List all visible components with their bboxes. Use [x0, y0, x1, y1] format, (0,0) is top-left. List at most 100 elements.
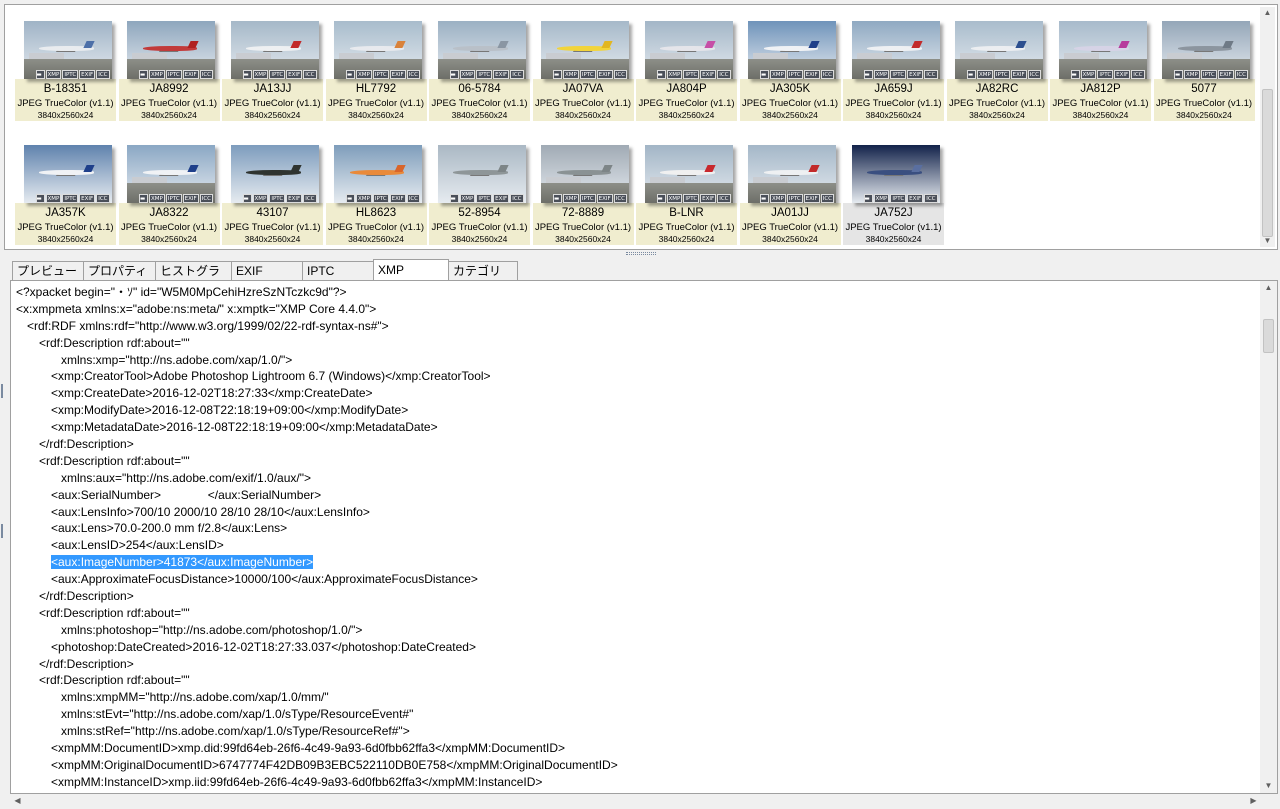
thumbnail-item[interactable]: ▬ XMP IPTC EXIF ICC JA305K JPEG TrueColor (v1.… [739, 15, 841, 121]
thumbnail-item[interactable]: ▬ XMP IPTC EXIF ICC B-18351 JPEG TrueColor (v1… [15, 15, 116, 121]
xmp-line-text[interactable]: <rdf:RDF xmlns:rdf="http://www.w3.org/19… [27, 319, 389, 333]
thumbnail-item[interactable]: ▬ XMP IPTC EXIF ICC JA13JJ JPEG TrueColor (v1.… [222, 15, 323, 121]
xmp-line-text[interactable]: <xmpMM:InstanceID>xmp.iid:99fd64eb-26f6-… [51, 775, 542, 789]
xmp-line-text[interactable]: <?xpacket begin="・ｿ" id="W5M0MpCehiHzreS… [16, 285, 347, 299]
xmp-line-text[interactable]: <aux:Lens>70.0-200.0 mm f/2.8</aux:Lens> [51, 521, 287, 535]
thumbnail-image[interactable]: ▬ XMP IPTC EXIF ICC [541, 145, 629, 203]
xmp-line-text[interactable]: <rdf:Description rdf:about="" [39, 336, 190, 350]
thumbnail-item[interactable]: ▬ XMP IPTC EXIF ICC 06-5784 JPEG TrueColor (v1… [429, 15, 530, 121]
thumbnail-image[interactable]: ▬ XMP IPTC EXIF ICC [748, 145, 836, 203]
xmp-line-text[interactable]: <x:xmpmeta xmlns:x="adobe:ns:meta/" x:xm… [16, 302, 376, 316]
thumbnail-image[interactable]: ▬ XMP IPTC EXIF ICC [230, 21, 319, 79]
xmp-line-text[interactable]: </rdf:Description> [39, 657, 134, 671]
thumbnail-image[interactable]: ▬ XMP IPTC EXIF ICC [644, 145, 733, 203]
xmp-text-view[interactable]: <?xpacket begin="・ｿ" id="W5M0MpCehiHzreS… [10, 280, 1278, 794]
scroll-up-icon[interactable]: ▲ [1264, 284, 1273, 292]
thumbnail-item[interactable]: ▬ XMP IPTC EXIF ICC JA357K JPEG TrueColor (v1.… [15, 139, 116, 245]
xmp-line-text[interactable]: <photoshop:DateCreated>2016-12-02T18:27:… [51, 640, 476, 654]
thumbnail-item[interactable]: ▬ XMP IPTC EXIF ICC JA8322 JPEG TrueColor (v1.… [118, 139, 220, 245]
xmp-line-text[interactable]: <xmp:ModifyDate>2016-12-08T22:18:19+09:0… [51, 403, 408, 417]
xmp-line-text[interactable]: xmlns:stEvt="http://ns.adobe.com/xap/1.0… [61, 707, 413, 721]
xmp-line-text[interactable]: xmlns:xmp="http://ns.adobe.com/xap/1.0/"… [61, 353, 292, 367]
thumbnail-item[interactable]: ▬ XMP IPTC EXIF ICC JA804P JPEG TrueColor (v1.… [636, 15, 737, 121]
xmp-vertical-scrollbar[interactable]: ▲ ▼ [1260, 281, 1277, 793]
xmp-line-text[interactable]: xmlns:xmpMM="http://ns.adobe.com/xap/1.0… [61, 690, 329, 704]
thumbnail-item[interactable]: ▬ XMP IPTC EXIF ICC HL8623 JPEG TrueColor (v1.… [325, 139, 427, 245]
thumbnail-image[interactable]: ▬ XMP IPTC EXIF ICC [541, 21, 629, 79]
info-tab-bar: プレビュープロパティヒストグラムEXIFIPTCXMPカテゴリ [12, 259, 518, 297]
thumbnail-image[interactable]: ▬ XMP IPTC EXIF ICC [23, 145, 112, 203]
tab-4[interactable]: EXIF [231, 261, 303, 281]
xmp-line-text[interactable]: </rdf:Description> [39, 589, 134, 603]
thumbnail-image[interactable]: ▬ XMP IPTC EXIF ICC [851, 145, 940, 203]
scroll-right-icon[interactable]: ▶ [1249, 796, 1258, 805]
xmp-line-text[interactable]: <xmp:MetadataDate>2016-12-08T22:18:19+09… [51, 420, 438, 434]
xmp-line-text[interactable]: <xmp:CreateDate>2016-12-02T18:27:33</xmp… [51, 386, 373, 400]
thumbnail-name: HL7792 [355, 83, 397, 95]
xmp-line-text[interactable]: </rdf:Description> [39, 437, 134, 451]
thumbnail-browser[interactable]: ▬ XMP IPTC EXIF ICC B-18351 JPEG TrueColor (v1… [4, 4, 1278, 250]
thumbnail-image[interactable]: ▬ XMP IPTC EXIF ICC [437, 145, 526, 203]
tab-5[interactable]: IPTC [302, 261, 374, 281]
xmp-line-text[interactable]: <rdf:Description rdf:about="" [39, 454, 190, 468]
thumbnail-image[interactable]: ▬ XMP IPTC EXIF ICC [127, 21, 215, 79]
xmp-line-text[interactable]: <aux:LensInfo>700/10 2000/10 28/10 28/10… [51, 505, 370, 519]
thumbnail-image[interactable]: ▬ XMP IPTC EXIF ICC [644, 21, 733, 79]
thumbnail-image[interactable]: ▬ XMP IPTC EXIF ICC [1162, 21, 1250, 79]
splitter-grip-icon[interactable] [626, 252, 656, 255]
thumbnail-caption: 72-8889 JPEG TrueColor (v1.1) 3840x2560x24 [532, 203, 634, 245]
thumbnail-item[interactable]: ▬ XMP IPTC EXIF ICC JA8992 JPEG TrueColor (v1.… [118, 15, 220, 121]
thumbnail-item[interactable]: ▬ XMP IPTC EXIF ICC JA01JJ JPEG TrueColor (v1.… [739, 139, 841, 245]
thumbnail-item[interactable]: ▬ XMP IPTC EXIF ICC 52-8954 JPEG TrueColor (v1… [429, 139, 530, 245]
xmp-line-text[interactable]: <aux:LensID>254</aux:LensID> [51, 538, 224, 552]
scrollbar-thumb[interactable] [1262, 89, 1273, 237]
tab-7[interactable]: カテゴリ [448, 261, 518, 281]
pane-splitter[interactable] [0, 250, 1280, 258]
xmp-line-text[interactable]: <rdf:Description rdf:about="" [39, 673, 190, 687]
thumbnail-item[interactable]: ▬ XMP IPTC EXIF ICC JA07VA JPEG TrueColor (v1.… [532, 15, 634, 121]
thumbnail-image[interactable]: ▬ XMP IPTC EXIF ICC [334, 21, 422, 79]
xmp-line-text-selected[interactable]: <aux:ImageNumber>41873</aux:ImageNumber> [51, 555, 314, 570]
thumbnail-item[interactable]: ▬ XMP IPTC EXIF ICC HL7792 JPEG TrueColor (v1.… [325, 15, 427, 121]
thumbnail-item[interactable]: ▬ XMP IPTC EXIF ICC JA752J JPEG TrueColor (v1.… [843, 139, 944, 245]
tab-1[interactable]: プレビュー [12, 261, 84, 281]
tab-3[interactable]: ヒストグラム [155, 261, 232, 297]
thumbnail-image[interactable]: ▬ XMP IPTC EXIF ICC [230, 145, 319, 203]
scroll-up-icon[interactable]: ▲ [1263, 9, 1272, 17]
xmp-line-text[interactable]: xmlns:aux="http://ns.adobe.com/exif/1.0/… [61, 471, 311, 485]
thumbnail-item[interactable]: ▬ XMP IPTC EXIF ICC JA82RC JPEG TrueColor (v1.… [946, 15, 1048, 121]
xmp-horizontal-scrollbar[interactable]: ◀ ▶ [10, 794, 1278, 808]
scrollbar-thumb[interactable] [1263, 319, 1274, 353]
thumbnail-image[interactable]: ▬ XMP IPTC EXIF ICC [1058, 21, 1147, 79]
thumbnail-image[interactable]: ▬ XMP IPTC EXIF ICC [127, 145, 215, 203]
thumbnail-image[interactable]: ▬ XMP IPTC EXIF ICC [437, 21, 526, 79]
left-edge-handle[interactable] [0, 258, 8, 798]
collapse-handle-icon[interactable] [1, 524, 5, 538]
xmp-line-text[interactable]: <aux:ApproximateFocusDistance>10000/100<… [51, 572, 478, 586]
thumbnail-item[interactable]: ▬ XMP IPTC EXIF ICC JA812P JPEG TrueColor (v1.… [1050, 15, 1151, 121]
scroll-down-icon[interactable]: ▼ [1263, 237, 1272, 245]
thumbnail-image[interactable]: ▬ XMP IPTC EXIF ICC [334, 145, 422, 203]
thumbnail-image[interactable]: ▬ XMP IPTC EXIF ICC [955, 21, 1043, 79]
xmp-line-text[interactable]: <rdf:Description rdf:about="" [39, 606, 190, 620]
thumbnail-item[interactable]: ▬ XMP IPTC EXIF ICC B-LNR JPEG TrueColor (v1.1… [636, 139, 737, 245]
thumbnail-item[interactable]: ▬ XMP IPTC EXIF ICC 5077 JPEG TrueColor (v1.1)… [1153, 15, 1255, 121]
xmp-line-text[interactable]: xmlns:stRef="http://ns.adobe.com/xap/1.0… [61, 724, 410, 738]
xmp-line-text[interactable]: <xmpMM:OriginalDocumentID>6747774F42DB09… [51, 758, 618, 772]
tab-2[interactable]: プロパティ [83, 261, 156, 281]
xmp-line-text[interactable]: <xmp:CreatorTool>Adobe Photoshop Lightro… [51, 369, 491, 383]
tab-6[interactable]: XMP [373, 259, 449, 281]
thumbnail-image[interactable]: ▬ XMP IPTC EXIF ICC [851, 21, 940, 79]
thumbnail-item[interactable]: ▬ XMP IPTC EXIF ICC JA659J JPEG TrueColor (v1.… [843, 15, 944, 121]
scroll-left-icon[interactable]: ◀ [13, 796, 22, 805]
thumbnail-item[interactable]: ▬ XMP IPTC EXIF ICC 72-8889 JPEG TrueColor (v1… [532, 139, 634, 245]
thumbnail-item[interactable]: ▬ XMP IPTC EXIF ICC 43107 JPEG TrueColor (v1.1… [222, 139, 323, 245]
thumbnail-image[interactable]: ▬ XMP IPTC EXIF ICC [23, 21, 112, 79]
thumbnail-image[interactable]: ▬ XMP IPTC EXIF ICC [748, 21, 836, 79]
thumbnail-scrollbar[interactable]: ▲ ▼ [1260, 7, 1275, 247]
collapse-handle-icon[interactable] [1, 384, 5, 398]
xmp-line-text[interactable]: <xmpMM:DocumentID>xmp.did:99fd64eb-26f6-… [51, 741, 565, 755]
xmp-line-text[interactable]: <aux:SerialNumber> </aux:SerialNumber> [51, 488, 321, 502]
xmp-line-text[interactable]: xmlns:photoshop="http://ns.adobe.com/pho… [61, 623, 362, 637]
scroll-down-icon[interactable]: ▼ [1264, 782, 1273, 790]
